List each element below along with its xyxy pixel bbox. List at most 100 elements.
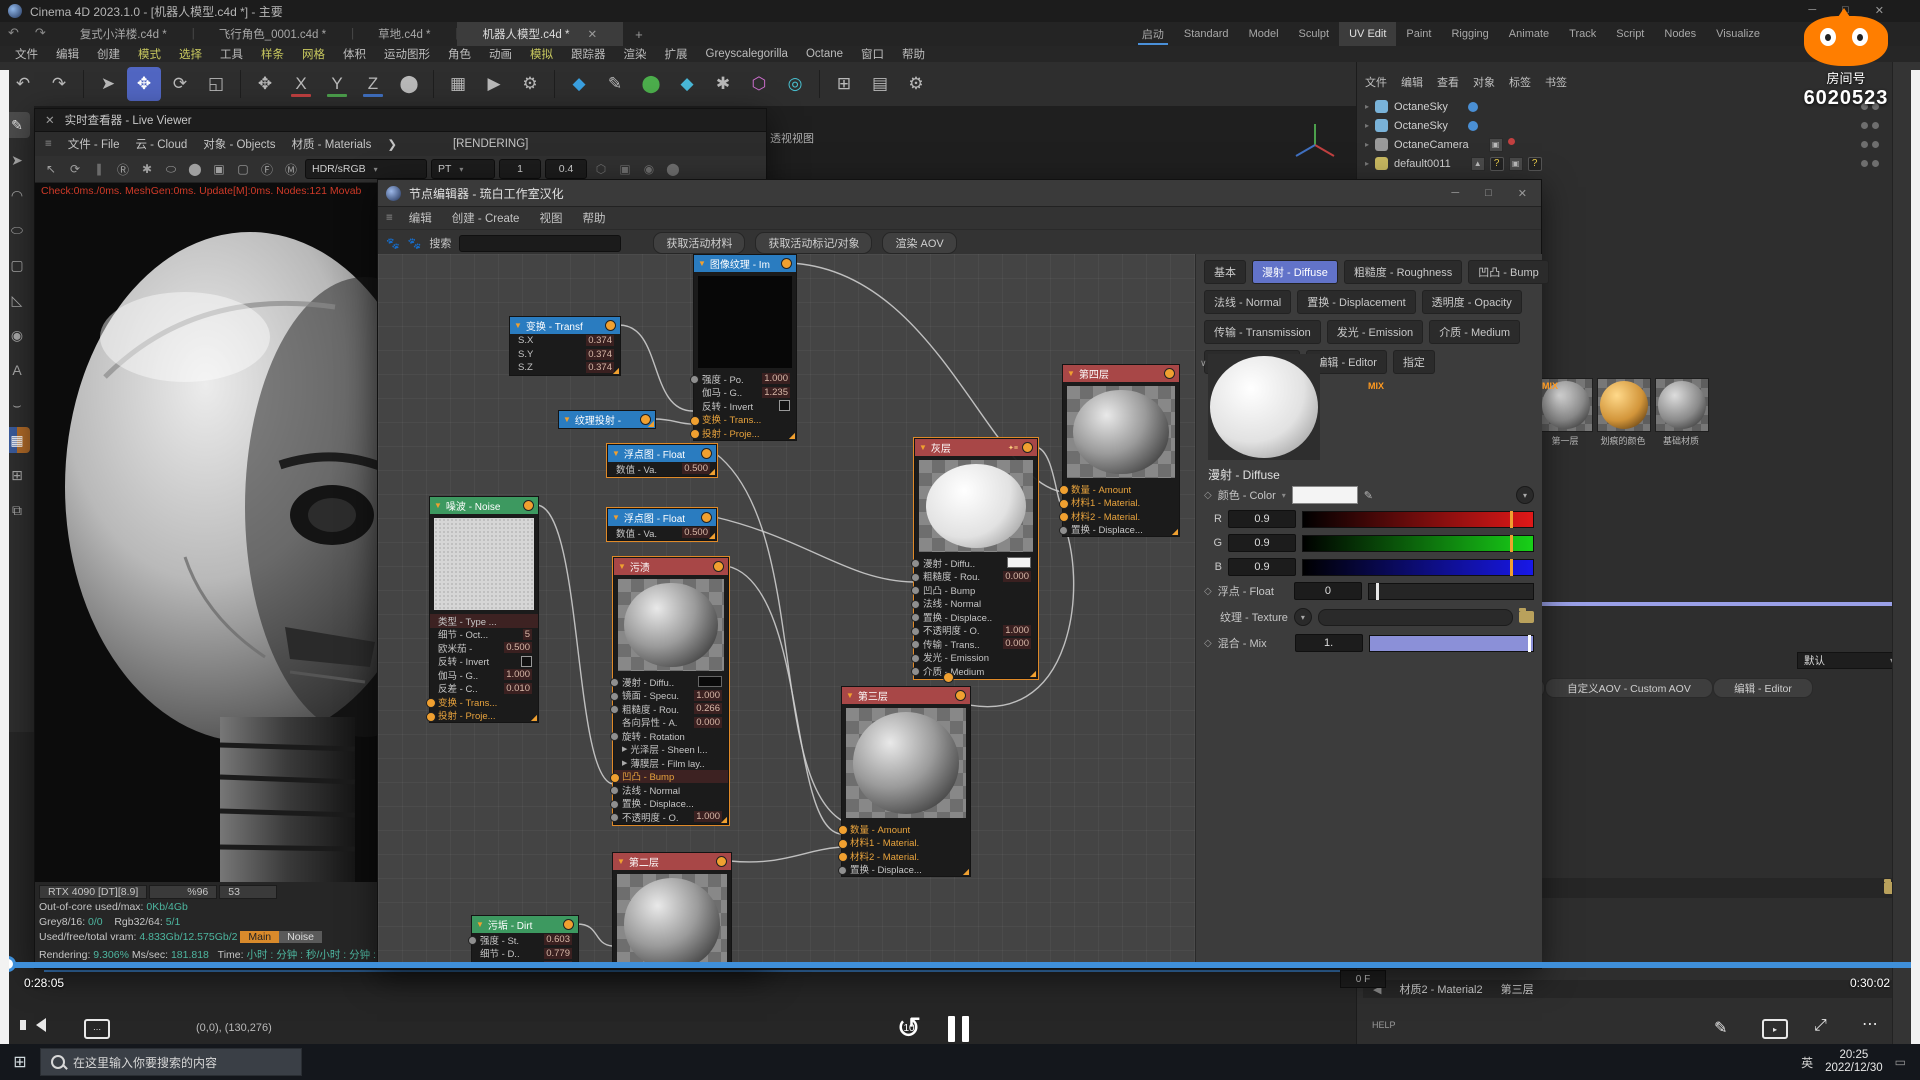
colorspace-select[interactable]: HDR/sRGB▾ xyxy=(305,159,427,179)
taskbar-search[interactable]: 在这里输入你要搜索的内容 xyxy=(40,1048,302,1076)
input-dot[interactable] xyxy=(610,773,620,783)
node-port-row[interactable]: 伽马 - G..1.000 xyxy=(430,668,538,682)
output-dot[interactable] xyxy=(1164,368,1175,379)
live-viewer-titlebar[interactable]: ✕ 实时查看器 - Live Viewer xyxy=(35,109,766,132)
menu-item[interactable]: 网格 xyxy=(293,46,334,62)
node-port-row[interactable]: 发光 - Emission xyxy=(915,651,1037,665)
hamburger-icon[interactable]: ≡ xyxy=(386,212,397,224)
input-dot[interactable] xyxy=(838,866,847,875)
menu-item[interactable]: 创建 xyxy=(88,46,129,62)
float-value[interactable]: 0 xyxy=(1294,582,1362,600)
live-viewer-tool-icon[interactable]: Ⓡ xyxy=(113,159,133,179)
toolbar-icon[interactable]: ▶ xyxy=(477,67,511,101)
undo-icon[interactable]: ↶ xyxy=(0,22,27,46)
input-dot[interactable] xyxy=(1059,512,1069,522)
channel-tab[interactable]: 传输 - Transmission xyxy=(1204,320,1321,344)
toolbar-icon[interactable]: ▤ xyxy=(863,67,897,101)
input-dot[interactable] xyxy=(1059,526,1068,535)
output-dot[interactable] xyxy=(701,512,712,523)
object-manager-menu-item[interactable]: 编辑 xyxy=(1401,74,1423,90)
live-viewer-menu-item[interactable]: ❯ xyxy=(387,137,397,151)
node-float-1[interactable]: ▼浮点图 - Float数值 - Va.0.500◢ xyxy=(607,444,717,477)
live-viewer-close-icon[interactable]: ✕ xyxy=(45,113,55,127)
color-swatch[interactable] xyxy=(1292,486,1358,504)
input-dot[interactable] xyxy=(911,600,920,609)
node-resize-handle[interactable]: ◢ xyxy=(1030,669,1036,678)
video-progress-bar[interactable] xyxy=(0,962,1920,968)
node-port-row[interactable]: 漫射 - Diffu.. xyxy=(614,675,728,689)
input-dot[interactable] xyxy=(610,813,619,822)
live-viewer-tool-icon[interactable]: ▣ xyxy=(209,159,229,179)
node-resize-handle[interactable]: ◢ xyxy=(1172,527,1178,536)
new-tab-button[interactable]: + xyxy=(623,22,655,46)
node-port-row[interactable]: 各向异性 - A.0.000 xyxy=(614,716,728,730)
input-dot[interactable] xyxy=(610,732,619,741)
node-port-row[interactable]: 反转 - Invert xyxy=(694,399,796,413)
menu-item[interactable]: 动画 xyxy=(480,46,521,62)
channel-tab[interactable]: 法线 - Normal xyxy=(1204,290,1291,314)
input-dot[interactable] xyxy=(838,825,848,835)
node-port-row[interactable]: 变换 - Trans... xyxy=(694,413,796,427)
toolbar-icon[interactable]: ⊞ xyxy=(827,67,861,101)
texture-dropdown-button[interactable]: ▾ xyxy=(1294,608,1312,626)
node-port-row[interactable]: 欧米茄 -0.500 xyxy=(430,641,538,655)
ne-close-button[interactable]: ✕ xyxy=(1518,187,1527,200)
toolbar-icon[interactable]: ⬡ xyxy=(742,67,776,101)
node-resize-handle[interactable]: ◢ xyxy=(721,815,727,824)
node-port-row[interactable]: 细节 - D..0.779 xyxy=(472,947,578,961)
tab-noise[interactable]: Noise xyxy=(279,931,322,943)
document-tab[interactable]: 机器人模型.c4d *✕ xyxy=(457,22,624,46)
node-port-row[interactable]: 漫射 - Diffu.. xyxy=(915,556,1037,570)
node-port-row[interactable]: 数值 - Va.0.500 xyxy=(608,526,716,540)
node-resize-handle[interactable]: ◢ xyxy=(709,531,715,540)
toolbar-icon[interactable]: ⚙ xyxy=(513,67,547,101)
node-port-row[interactable]: 伽马 - G..1.235 xyxy=(694,386,796,400)
collapse-chevron-icon[interactable]: ∨ xyxy=(1200,358,1207,369)
folder-icon[interactable] xyxy=(1519,611,1534,623)
texture-field[interactable] xyxy=(1318,609,1513,626)
input-dot[interactable] xyxy=(1059,485,1069,495)
node-header[interactable]: ▼污渍 xyxy=(614,558,728,575)
toolbar-icon[interactable]: ▦ xyxy=(441,67,475,101)
live-viewer-menu-item[interactable]: 云 - Cloud xyxy=(135,136,187,152)
node-layer-4[interactable]: ▼第四层数量 - Amount材料1 - Material.材料2 - Mate… xyxy=(1062,364,1180,537)
object-manager-menu-item[interactable]: 对象 xyxy=(1473,74,1495,90)
mix-slider[interactable] xyxy=(1369,635,1534,652)
menu-item[interactable]: 渲染 xyxy=(615,46,656,62)
menu-item[interactable]: 角色 xyxy=(439,46,480,62)
menu-item[interactable]: 帮助 xyxy=(893,46,934,62)
node-search-input[interactable] xyxy=(459,235,621,252)
menu-item[interactable]: 选择 xyxy=(170,46,211,62)
node-port-row[interactable]: 置换 - Displace.. xyxy=(915,610,1037,624)
node-port-row[interactable]: 数值 - Va.0.500 xyxy=(608,462,716,476)
node-port-row[interactable]: 法线 - Normal xyxy=(915,597,1037,611)
channel-tab[interactable]: 漫射 - Diffuse xyxy=(1252,260,1338,284)
mini-window-icon[interactable]: ⤢ xyxy=(1814,1017,1827,1035)
node-header[interactable]: ▼污垢 - Dirt xyxy=(472,916,578,933)
input-dot[interactable] xyxy=(911,627,920,636)
eyedropper-icon[interactable]: ✎ xyxy=(1364,489,1373,502)
node-header[interactable]: ▼噪波 - Noise xyxy=(430,497,538,514)
color-options-button[interactable]: ▾ xyxy=(1516,486,1534,504)
live-viewer-tool-icon[interactable]: ↖ xyxy=(41,159,61,179)
exposure-field[interactable]: 0.4 xyxy=(545,159,587,179)
node-port-row[interactable]: S.Y0.374 xyxy=(510,348,620,362)
live-viewer-tool-icon[interactable]: ✱ xyxy=(137,159,157,179)
node-dirt[interactable]: ▼污垢 - Dirt强度 - St.0.603细节 - D..0.779半径 -… xyxy=(471,915,579,968)
node-port-row[interactable]: 粗糙度 - Rou.0.266 xyxy=(614,702,728,716)
node-resize-handle[interactable]: ◢ xyxy=(709,467,715,476)
node-transform[interactable]: ▼变换 - TransfS.X0.374S.Y0.374S.Z0.374◢ xyxy=(509,316,621,376)
node-port-row[interactable]: 材料1 - Material. xyxy=(842,836,970,850)
node-port-row[interactable]: 旋转 - Rotation xyxy=(614,729,728,743)
toolbar-icon[interactable]: ◎ xyxy=(778,67,812,101)
menu-item[interactable]: 编辑 xyxy=(47,46,88,62)
toolbar-icon[interactable]: ↶ xyxy=(6,67,40,101)
output-dot[interactable] xyxy=(1022,442,1033,453)
node-stain[interactable]: ▼污渍漫射 - Diffu..镜面 - Specu.1.000粗糙度 - Rou… xyxy=(613,557,729,825)
node-editor-button[interactable]: 获取活动材料 xyxy=(653,232,745,254)
breadcrumb-material[interactable]: 材质2 - Material2 xyxy=(1399,981,1482,997)
toolbar-icon[interactable]: Y xyxy=(320,67,354,101)
float-slider[interactable] xyxy=(1368,583,1534,600)
node-port-row[interactable]: 粗糙度 - Rou.0.000 xyxy=(915,570,1037,584)
channel-tab[interactable]: 粗糙度 - Roughness xyxy=(1344,260,1462,284)
